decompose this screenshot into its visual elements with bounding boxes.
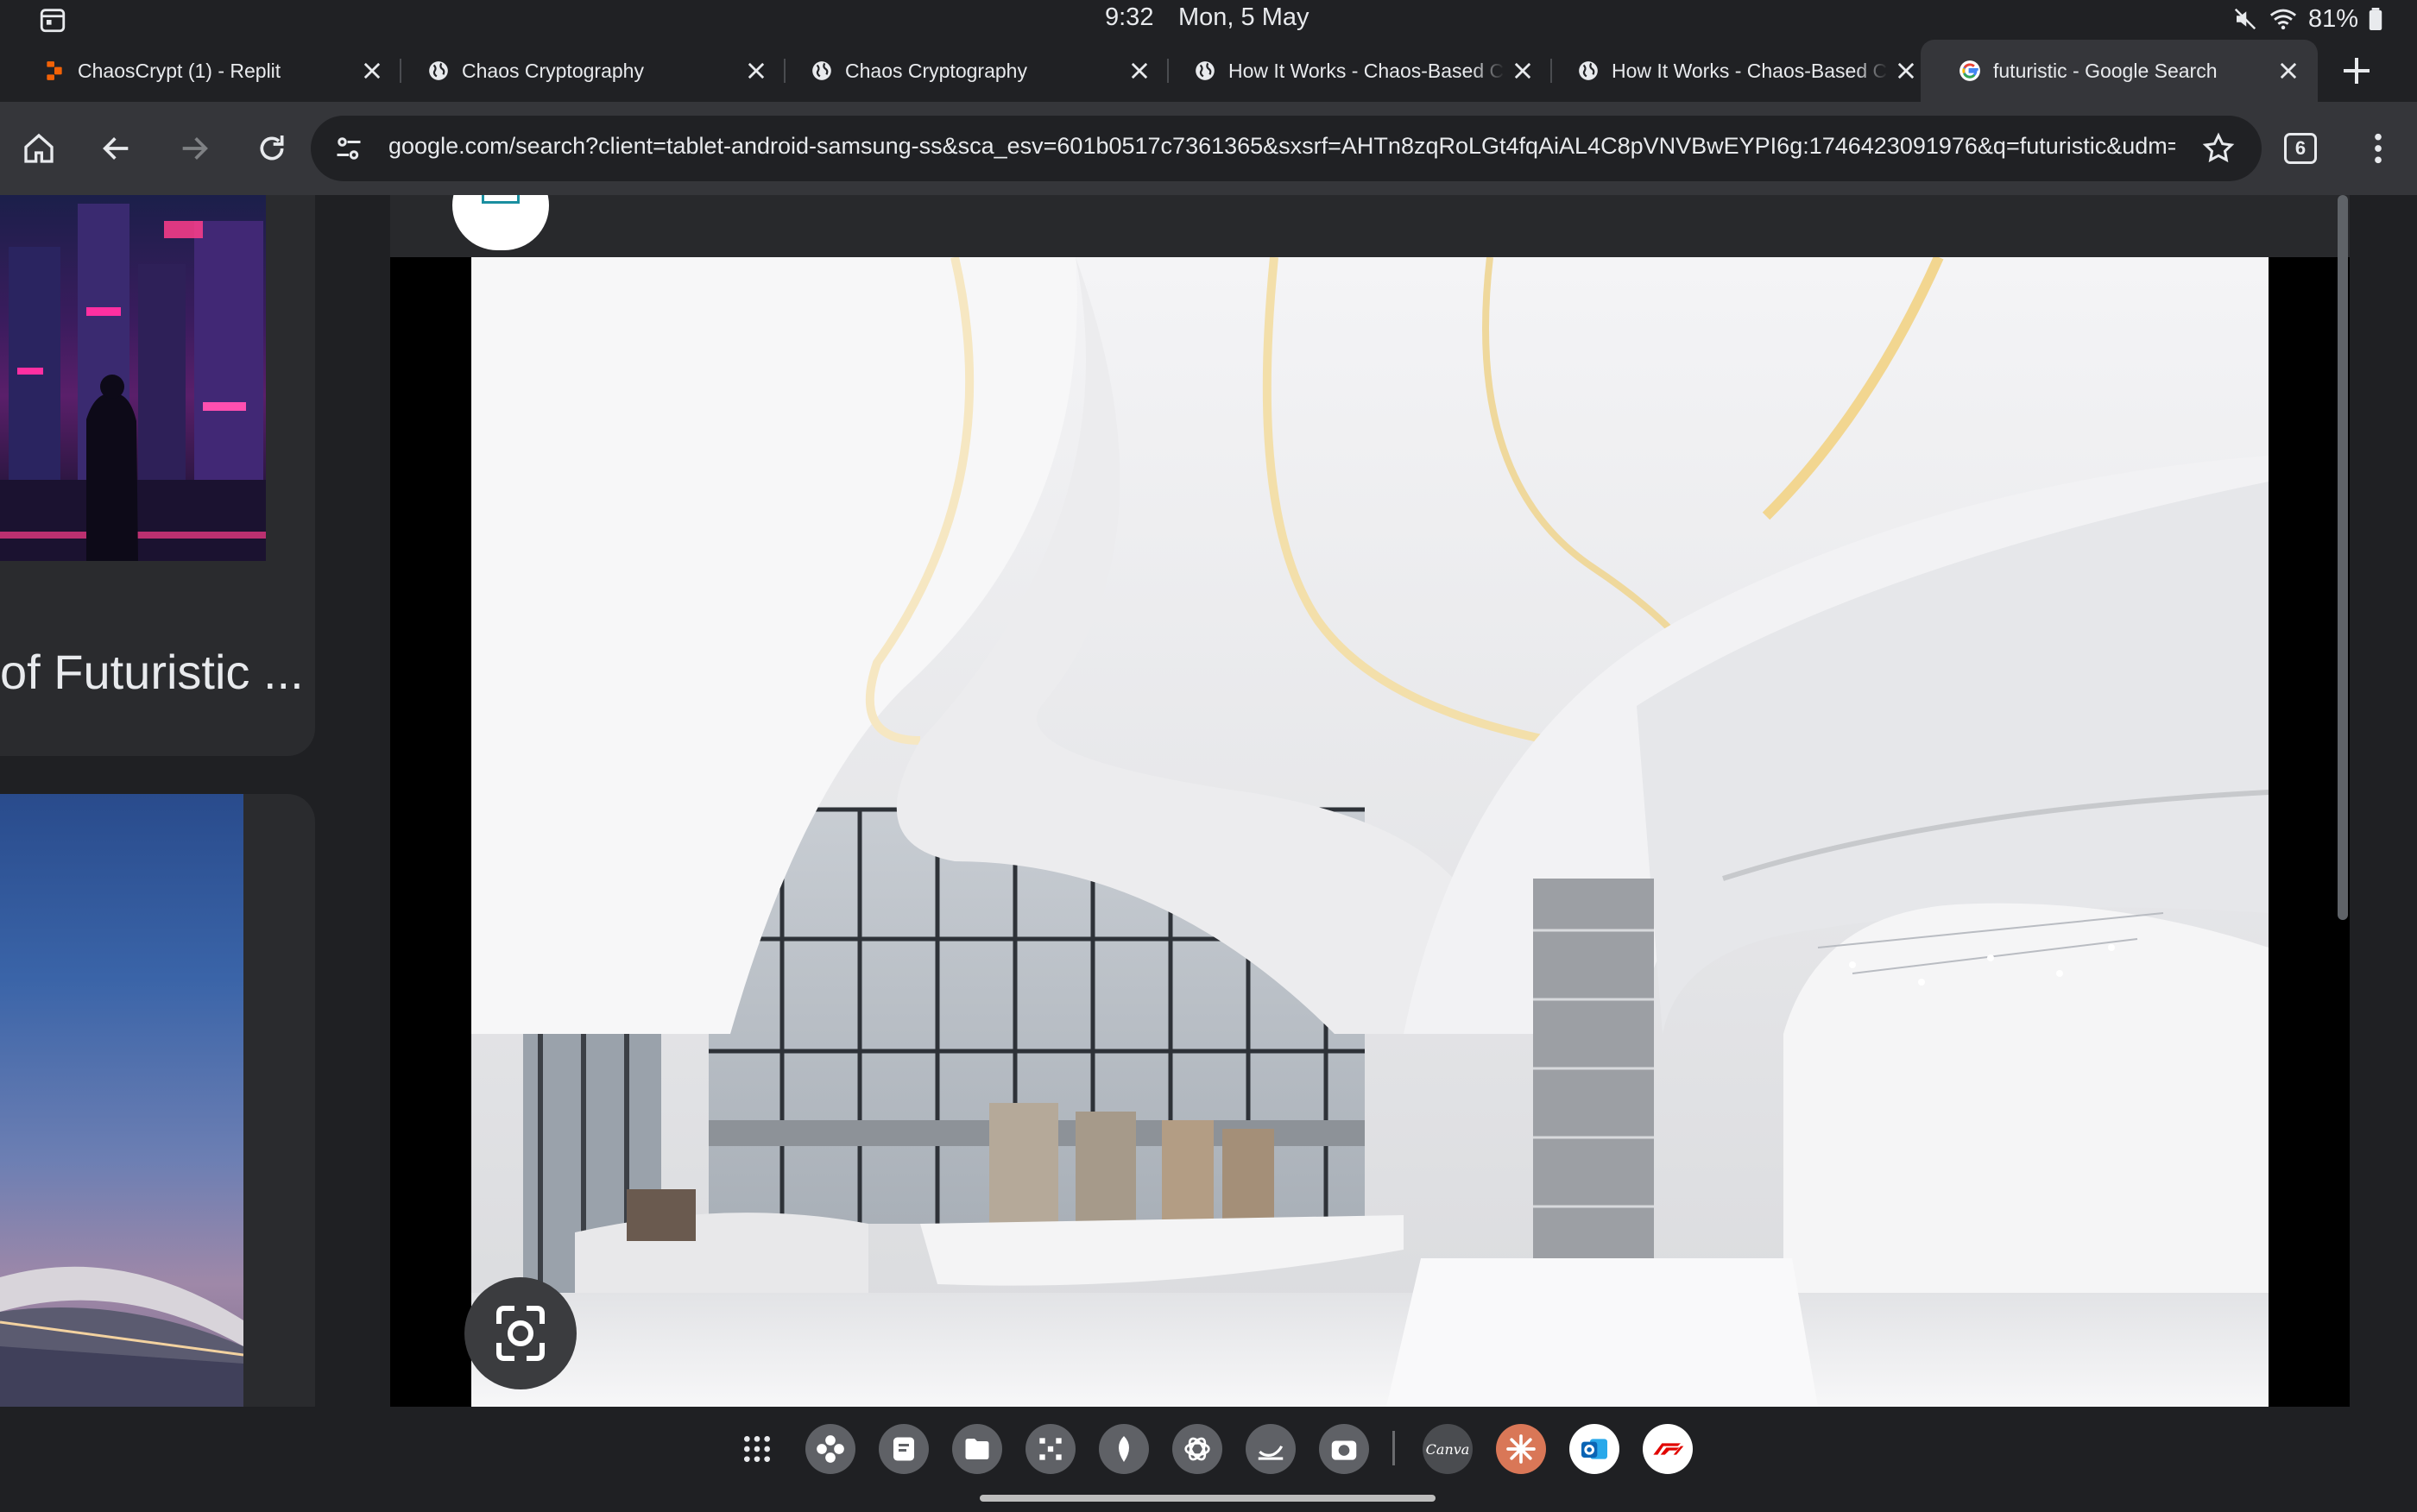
forward-button[interactable] xyxy=(171,125,218,172)
site-settings-icon[interactable] xyxy=(333,133,364,164)
clock-time: 9:32 xyxy=(1105,3,1154,31)
globe-icon xyxy=(429,61,448,80)
tab-how-it-works-1[interactable]: How It Works - Chaos-Based Cryptography xyxy=(1151,40,1552,102)
futuristic-interior-illustration xyxy=(471,257,2269,1407)
mute-icon xyxy=(2234,8,2256,30)
reload-icon xyxy=(260,135,284,161)
reload-button[interactable] xyxy=(249,125,295,172)
dock-flower-app[interactable] xyxy=(805,1424,855,1474)
source-logo-icon[interactable] xyxy=(452,195,549,250)
files-icon xyxy=(965,1439,989,1459)
tab-strip: ChaosCrypt (1) - Replit Chaos Cryptograp… xyxy=(0,40,2417,102)
calendar-widget-icon xyxy=(40,9,66,33)
home-icon xyxy=(24,133,54,163)
back-button[interactable] xyxy=(93,125,140,172)
address-bar[interactable]: google.com/search?client=tablet-android-… xyxy=(311,116,2262,181)
flower-app-icon xyxy=(817,1435,844,1463)
image-viewer xyxy=(390,195,2350,1407)
dock-divider xyxy=(1392,1431,1395,1465)
result-caption[interactable]: of Futuristic ... xyxy=(0,644,304,700)
new-tab-plus-icon[interactable] xyxy=(2339,54,2374,88)
close-tab-icon[interactable] xyxy=(360,59,384,83)
dock-f1-app[interactable] xyxy=(1643,1424,1693,1474)
taskbar-dock: Canva xyxy=(0,1407,2417,1512)
close-tab-icon[interactable] xyxy=(1894,59,1918,83)
dock-canva-app[interactable]: Canva xyxy=(1423,1424,1473,1474)
url-text[interactable]: google.com/search?client=tablet-android-… xyxy=(388,133,2175,160)
wifi-icon xyxy=(2269,9,2297,30)
tab-title: Chaos Cryptography xyxy=(462,59,644,82)
close-tab-icon[interactable] xyxy=(1127,59,1152,83)
close-tab-icon[interactable] xyxy=(744,59,768,83)
replit-icon xyxy=(47,61,62,80)
tab-switcher-button[interactable]: 6 xyxy=(2284,133,2317,164)
camera-icon xyxy=(1331,1440,1357,1460)
moon-app-icon xyxy=(1258,1446,1284,1460)
arrow-forward-icon xyxy=(182,137,208,160)
leaf-app-icon xyxy=(1119,1436,1129,1462)
home-button[interactable] xyxy=(16,125,62,172)
chatgpt-icon xyxy=(1184,1437,1210,1461)
tab-title: How It Works - Chaos-Based Cryptography xyxy=(1228,59,1505,82)
google-lens-icon xyxy=(496,1306,545,1361)
scanner-icon xyxy=(1039,1438,1062,1460)
arrow-back-icon xyxy=(103,137,129,160)
tab-title: ChaosCrypt (1) - Replit xyxy=(78,59,281,82)
apps-grid-icon xyxy=(744,1436,770,1462)
dock-files-app[interactable] xyxy=(952,1424,1002,1474)
cyberpunk-city-image xyxy=(0,204,266,561)
dock-scanner-app[interactable] xyxy=(1025,1424,1076,1474)
canva-icon: Canva xyxy=(1425,1440,1470,1458)
tab-chaos-cryptography-1[interactable]: Chaos Cryptography xyxy=(384,40,786,102)
page-content: of Futuristic ... xyxy=(0,195,2417,1407)
globe-icon xyxy=(1579,61,1598,80)
notes-icon xyxy=(893,1437,914,1461)
dock-notes-app[interactable] xyxy=(879,1424,929,1474)
status-icons: 81% xyxy=(2232,3,2382,35)
battery-icon xyxy=(2369,8,2382,30)
viewer-header xyxy=(390,195,2350,257)
bookmark-star-icon[interactable] xyxy=(2201,131,2236,166)
status-bar: 9:32 Mon, 5 May 81% xyxy=(0,0,2417,40)
browser-toolbar: google.com/search?client=tablet-android-… xyxy=(0,102,2417,195)
clock-date: Mon, 5 May xyxy=(1178,3,1309,31)
tab-title: futuristic - Google Search xyxy=(1993,59,2218,82)
f1-icon xyxy=(1653,1443,1684,1455)
more-menu-icon[interactable] xyxy=(2365,131,2391,166)
globe-icon xyxy=(1196,61,1215,80)
dock-leaf-app[interactable] xyxy=(1099,1424,1149,1474)
battery-percent: 81% xyxy=(2307,4,2358,33)
dock-app-grid[interactable] xyxy=(732,1424,782,1474)
tab-futuristic-search[interactable]: futuristic - Google Search xyxy=(1921,40,2318,102)
tab-title: How It Works - Chaos-Based Cryptography xyxy=(1612,59,1888,82)
tab-chaos-cryptography-2[interactable]: Chaos Cryptography xyxy=(767,40,1169,102)
viewer-scrollbar[interactable] xyxy=(2338,195,2348,920)
close-tab-icon[interactable] xyxy=(1511,59,1535,83)
bridge-sunset-thumbnail[interactable] xyxy=(0,794,243,1407)
dock-camera-app[interactable] xyxy=(1319,1424,1369,1474)
bridge-sunset-image xyxy=(0,1266,243,1407)
globe-icon xyxy=(812,61,831,80)
close-tab-icon[interactable] xyxy=(2276,59,2300,83)
claude-icon xyxy=(1506,1434,1536,1464)
outlook-icon xyxy=(1581,1439,1607,1459)
futuristic-interior-image[interactable] xyxy=(471,257,2269,1407)
tab-title: Chaos Cryptography xyxy=(845,59,1027,82)
tab-replit[interactable]: ChaosCrypt (1) - Replit xyxy=(0,40,401,102)
dock-chatgpt-app[interactable] xyxy=(1172,1424,1222,1474)
dock-moon-app[interactable] xyxy=(1246,1424,1296,1474)
tab-how-it-works-2[interactable]: How It Works - Chaos-Based Cryptography xyxy=(1534,40,1935,102)
google-lens-button[interactable] xyxy=(464,1277,577,1389)
home-gesture-bar[interactable] xyxy=(980,1495,1436,1502)
cyberpunk-city-thumbnail[interactable] xyxy=(0,195,266,561)
google-icon xyxy=(1959,60,1980,81)
dock-claude-app[interactable] xyxy=(1496,1424,1546,1474)
dock-outlook-app[interactable] xyxy=(1569,1424,1619,1474)
